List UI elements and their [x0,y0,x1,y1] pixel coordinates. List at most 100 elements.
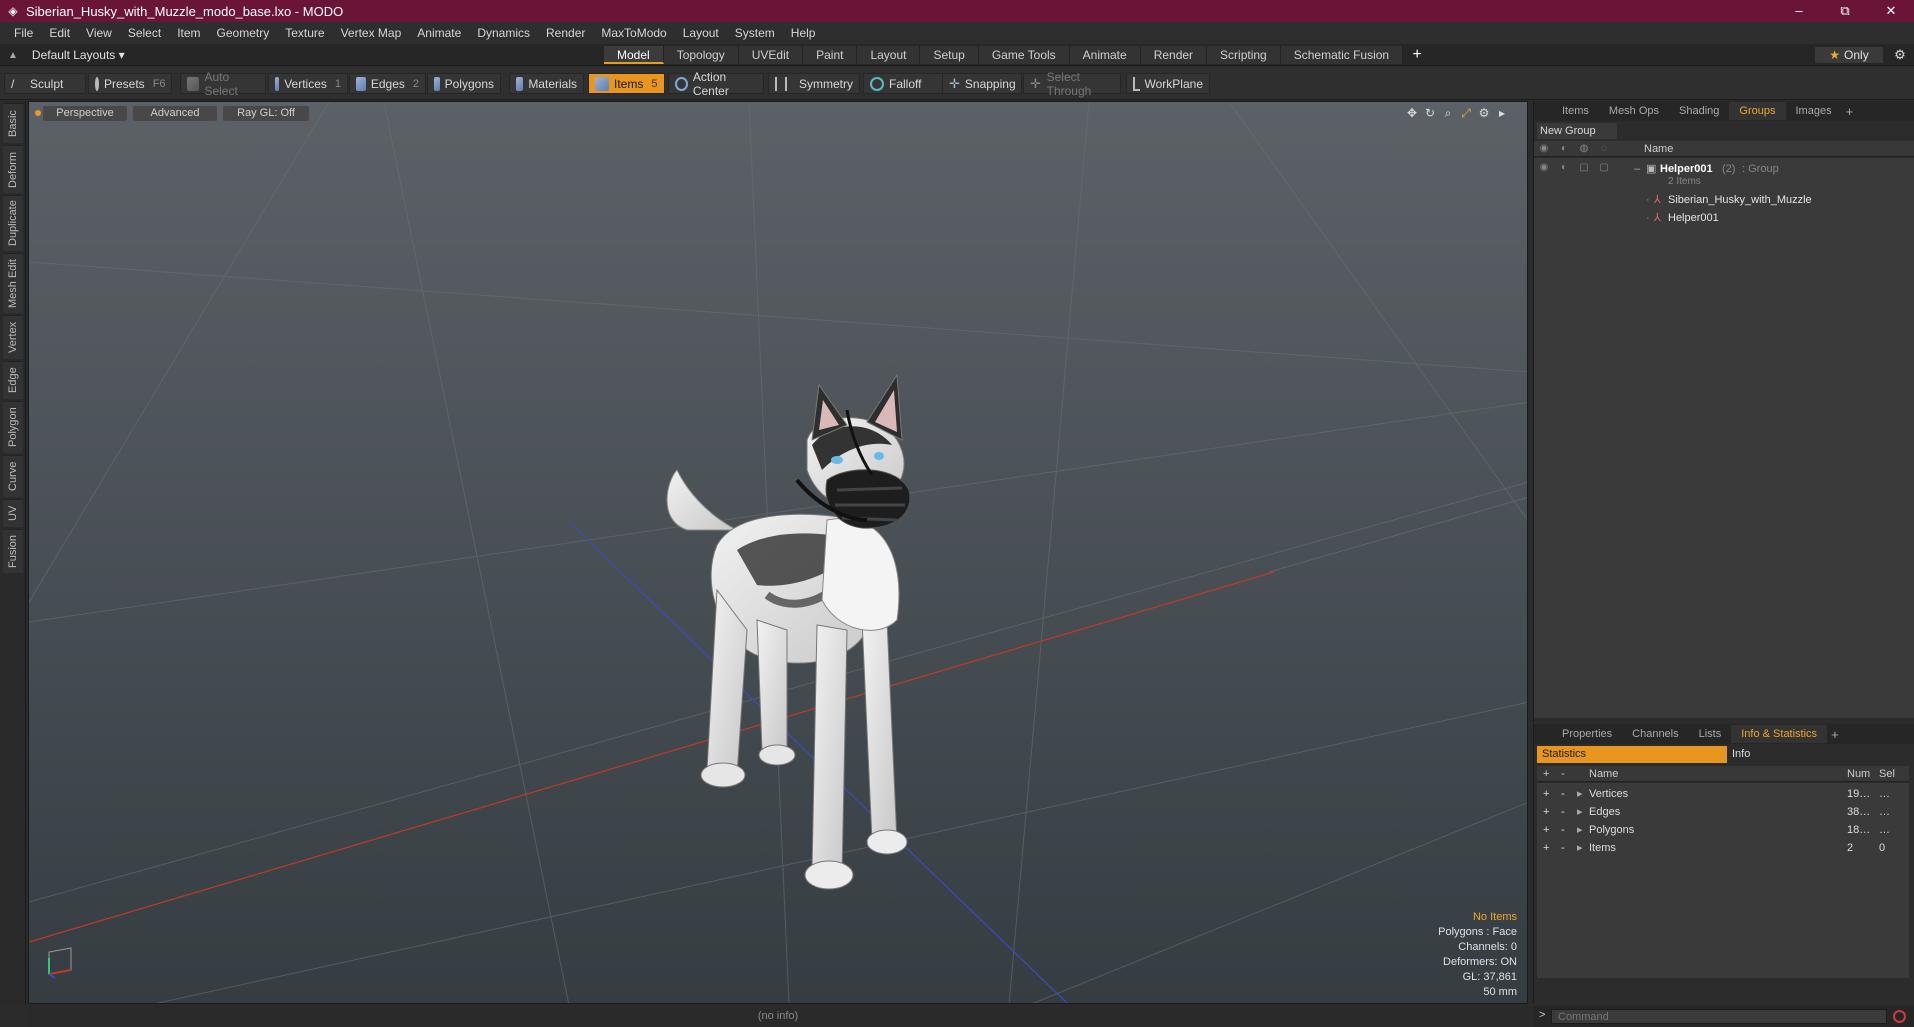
gear-icon[interactable]: ⚙ [1892,47,1908,63]
tab-mesh-ops[interactable]: Mesh Ops [1599,102,1669,120]
row-arrow-icon[interactable]: ▸ [1577,803,1583,821]
husky-model[interactable] [647,370,1007,930]
row-expand-icon[interactable]: + [1543,803,1549,821]
fit-icon[interactable]: ⤢ [1457,105,1475,121]
menu-maxtomodo[interactable]: MaxToModo [593,22,674,44]
zoom-icon[interactable]: ⌕ [1439,105,1457,121]
vertices-button[interactable]: Vertices 1 [268,73,348,94]
symmetry-button[interactable]: Symmetry [768,73,860,94]
menu-select[interactable]: Select [120,22,169,44]
tab-images[interactable]: Images [1786,102,1842,120]
menu-vertex-map[interactable]: Vertex Map [333,22,410,44]
falloff-button[interactable]: Falloff [863,73,945,94]
vtab-polygon[interactable]: Polygon [3,401,23,453]
vtab-duplicate[interactable]: Duplicate [3,195,23,251]
table-row[interactable]: + - ▸ Polygons 18… … [1537,821,1909,839]
row-arrow-icon[interactable]: ▸ [1577,785,1583,803]
vtab-mesh-edit[interactable]: Mesh Edit [3,253,23,313]
new-group-button[interactable]: New Group [1537,123,1617,139]
layout-collapse-icon[interactable]: ▲ [8,50,18,61]
snapping-button[interactable]: ✛ Snapping [942,73,1022,94]
row-arrow-icon[interactable]: ▸ [1577,839,1583,857]
pan-icon[interactable]: ✥ [1403,105,1421,121]
tab-layout[interactable]: Layout [857,46,921,64]
menu-layout[interactable]: Layout [675,22,727,44]
render-icon[interactable]: ◐ [1554,160,1574,176]
vtab-curve[interactable]: Curve [3,455,23,497]
presets-button[interactable]: Presets F6 [88,73,172,94]
menu-animate[interactable]: Animate [409,22,469,44]
menu-render[interactable]: Render [538,22,593,44]
visibility-col-icon[interactable]: ◉ [1534,141,1554,157]
menu-geometry[interactable]: Geometry [209,22,278,44]
items-button[interactable]: Items 5 [588,73,665,94]
menu-edit[interactable]: Edit [41,22,78,44]
tab-groups[interactable]: Groups [1729,102,1786,120]
3d-viewport[interactable]: Perspective Advanced Ray GL: Off ✥ ↻ ⌕ ⤢… [28,101,1528,1004]
tab-animate[interactable]: Animate [1069,46,1141,64]
viewport-settings-icon[interactable]: ⚙ [1475,105,1493,121]
perspective-button[interactable]: Perspective [43,106,127,121]
add-panel-tab-icon[interactable]: + [1831,727,1839,742]
tab-info-statistics[interactable]: Info & Statistics [1731,725,1828,743]
statistics-subtab[interactable]: Statistics [1537,746,1727,763]
auto-select-button[interactable]: Auto Select [180,70,266,98]
group-row-helper001[interactable]: ◉ ◐ ▢ ▢ – ▣ Helper001 (2) : Group [1534,160,1914,178]
tab-paint[interactable]: Paint [803,46,858,64]
collapse-all-icon[interactable]: - [1561,766,1565,782]
table-row[interactable]: + - ▸ Vertices 19… … [1537,785,1909,803]
tab-channels[interactable]: Channels [1622,725,1688,743]
row-expand-icon[interactable]: + [1543,785,1549,803]
info-subtab[interactable]: Info [1727,746,1750,763]
default-layouts-dropdown[interactable]: ▲ Default Layouts ▾ [8,47,125,63]
tab-uvedit[interactable]: UVEdit [738,46,804,64]
tab-shading[interactable]: Shading [1669,102,1729,120]
record-icon[interactable] [1893,1010,1906,1023]
group-child-row[interactable]: · ⅄ Siberian_Husky_with_Muzzle [1534,191,1914,209]
menu-help[interactable]: Help [783,22,824,44]
materials-button[interactable]: Materials [509,73,584,94]
tab-setup[interactable]: Setup [920,46,979,64]
table-row[interactable]: + - ▸ Edges 38… … [1537,803,1909,821]
advanced-button[interactable]: Advanced [133,106,217,121]
viewport-options-dot[interactable] [35,110,41,116]
vtab-basic[interactable]: Basic [3,103,23,143]
menu-item[interactable]: Item [169,22,208,44]
restore-button[interactable]: ⧉ [1822,0,1868,22]
tab-schematic-fusion[interactable]: Schematic Fusion [1280,46,1404,64]
row-collapse-icon[interactable]: - [1561,839,1565,857]
minimize-button[interactable]: – [1776,0,1822,22]
workplane-button[interactable]: WorkPlane [1126,73,1210,94]
row-arrow-icon[interactable]: ▸ [1577,821,1583,839]
tab-topology[interactable]: Topology [663,46,739,64]
row-collapse-icon[interactable]: - [1561,821,1565,839]
menu-view[interactable]: View [78,22,120,44]
close-button[interactable]: ✕ [1868,0,1914,22]
checkbox-icon[interactable]: ▢ [1594,160,1614,176]
expand-all-icon[interactable]: + [1543,766,1549,782]
expand-arrow-icon[interactable]: ▸ [1493,105,1511,121]
group-child-row[interactable]: · ⅄ Helper001 [1534,209,1914,227]
menu-texture[interactable]: Texture [277,22,332,44]
edges-button[interactable]: Edges 2 [349,73,426,94]
row-expand-icon[interactable]: + [1543,821,1549,839]
eye-icon[interactable]: ◉ [1534,160,1554,176]
row-expand-icon[interactable]: + [1543,839,1549,857]
menu-dynamics[interactable]: Dynamics [469,22,538,44]
vtab-edge[interactable]: Edge [3,361,23,399]
polygons-button[interactable]: Polygons [427,73,501,94]
only-button[interactable]: ★ Only [1815,47,1883,63]
lock-col-icon[interactable]: ◍ [1574,141,1594,157]
tab-model[interactable]: Model [604,46,664,64]
tab-scripting[interactable]: Scripting [1207,46,1281,64]
action-center-button[interactable]: Action Center [668,70,764,98]
vtab-vertex[interactable]: Vertex [3,315,23,359]
menu-system[interactable]: System [727,22,783,44]
rotate-icon[interactable]: ↻ [1421,105,1439,121]
row-collapse-icon[interactable]: - [1561,803,1565,821]
tab-render[interactable]: Render [1140,46,1208,64]
row-collapse-icon[interactable]: - [1561,785,1565,803]
collapse-icon[interactable]: – [1634,160,1640,178]
tab-lists[interactable]: Lists [1689,725,1732,743]
add-tab-icon[interactable]: + [1407,46,1427,64]
